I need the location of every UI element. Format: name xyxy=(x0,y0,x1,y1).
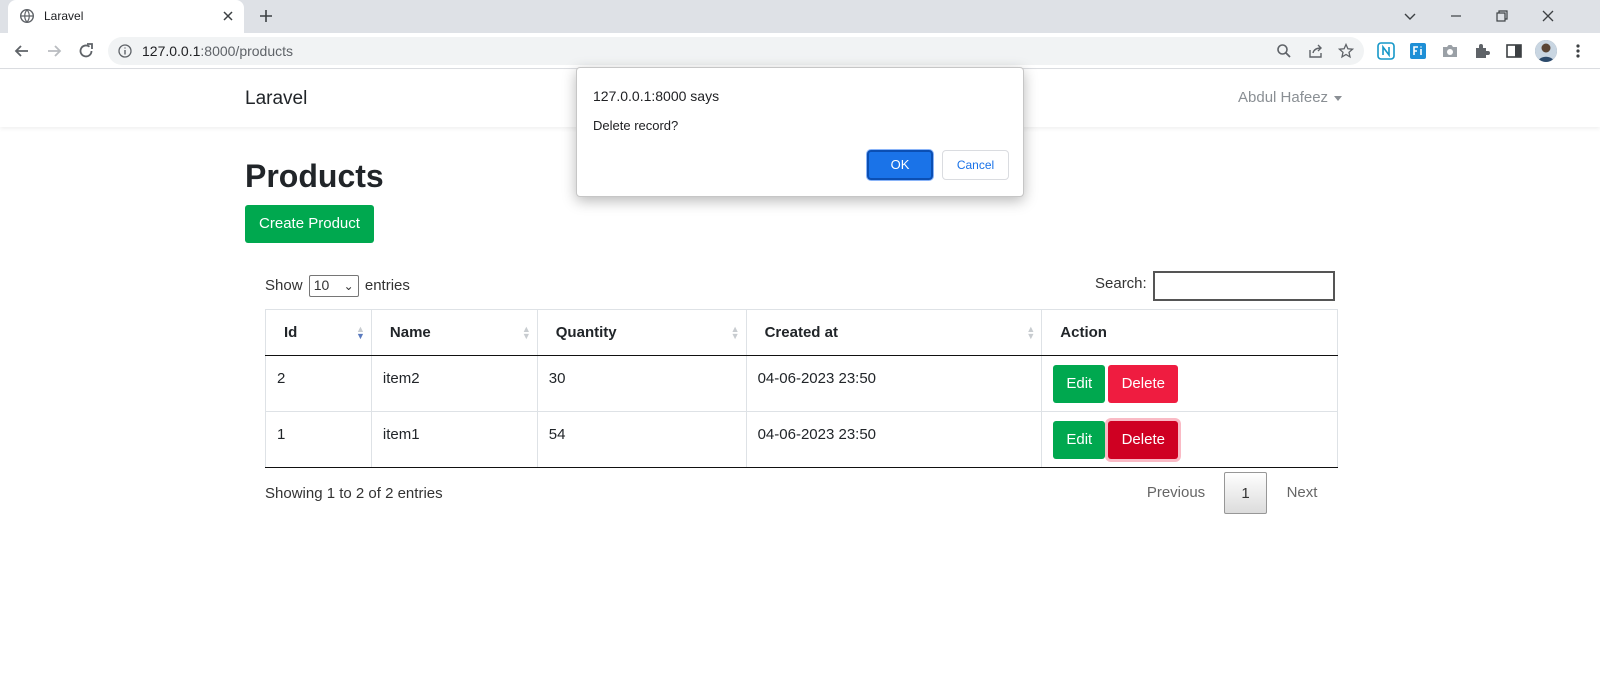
address-bar[interactable]: 127.0.0.1:8000/products xyxy=(108,37,1364,65)
share-icon[interactable] xyxy=(1308,43,1324,59)
delete-button[interactable]: Delete xyxy=(1108,365,1179,403)
column-label: Action xyxy=(1060,324,1107,341)
camera-icon[interactable] xyxy=(1440,41,1460,61)
side-panel-icon[interactable] xyxy=(1504,41,1524,61)
column-label: Quantity xyxy=(555,324,617,341)
profile-avatar[interactable] xyxy=(1535,40,1557,62)
browser-tab[interactable]: Laravel xyxy=(8,0,244,33)
extension-n-icon[interactable] xyxy=(1376,41,1396,61)
user-name: Abdul Hafeez xyxy=(1238,89,1329,106)
next-page-button[interactable]: Next xyxy=(1272,472,1332,514)
products-table: Id ▲ ▼ Name ▲ ▼ Quantity ▲ ▼ Created at ▲ ▼ Acti… xyxy=(265,309,1338,468)
edit-button[interactable]: Edit xyxy=(1053,421,1106,459)
datatable-length: Show 10 ⌄ entries xyxy=(265,275,410,297)
cell-quantity: 54 xyxy=(536,411,747,468)
caret-down-icon xyxy=(1334,95,1343,101)
column-label: Name xyxy=(389,324,431,341)
column-header-id[interactable]: Id ▲ ▼ xyxy=(265,309,372,356)
table-row: 1 item1 54 04-06-2023 23:50 Edit Delete xyxy=(265,411,1338,468)
page-title: Products xyxy=(245,158,384,194)
cell-id: 2 xyxy=(265,355,372,412)
new-tab-icon[interactable] xyxy=(258,8,274,24)
search-input[interactable] xyxy=(1153,271,1335,301)
reload-icon[interactable] xyxy=(76,41,96,61)
brand-link[interactable]: Laravel xyxy=(245,88,307,110)
forward-icon[interactable] xyxy=(44,41,64,61)
edit-button[interactable]: Edit xyxy=(1053,365,1106,403)
entries-select-value: 10 xyxy=(313,277,330,293)
browser-toolbar: 127.0.0.1:8000/products xyxy=(0,33,1600,69)
zoom-search-icon[interactable] xyxy=(1276,43,1292,59)
sort-icon: ▲ ▼ xyxy=(1026,324,1036,341)
url-text: 127.0.0.1:8000/products xyxy=(142,43,293,59)
tab-title: Laravel xyxy=(44,9,84,23)
table-row: 2 item2 30 04-06-2023 23:50 Edit Delete xyxy=(265,355,1338,412)
previous-page-button[interactable]: Previous xyxy=(1130,472,1222,514)
cell-actions: Edit Delete xyxy=(1041,411,1338,468)
table-info: Showing 1 to 2 of 2 entries xyxy=(265,485,443,502)
browser-menu-icon[interactable] xyxy=(1568,41,1588,61)
minimize-icon[interactable] xyxy=(1446,6,1466,26)
length-prefix: Show xyxy=(265,276,303,294)
current-page-button[interactable]: 1 xyxy=(1224,472,1267,514)
create-product-button[interactable]: Create Product xyxy=(245,205,374,243)
confirm-dialog: 127.0.0.1:8000 says Delete record? OK Ca… xyxy=(576,67,1024,197)
bookmark-star-icon[interactable] xyxy=(1338,43,1354,59)
search-label: Search: xyxy=(1095,275,1147,292)
dialog-ok-button[interactable]: OK xyxy=(867,150,933,180)
delete-button[interactable]: Delete xyxy=(1108,421,1179,459)
column-header-created-at[interactable]: Created at ▲ ▼ xyxy=(745,309,1042,356)
dialog-message: Delete record? xyxy=(593,118,679,133)
url-host: 127.0.0.1 xyxy=(142,43,201,59)
sort-icon: ▲ ▼ xyxy=(521,324,531,341)
column-header-name[interactable]: Name ▲ ▼ xyxy=(370,309,538,356)
cell-created-at: 04-06-2023 23:50 xyxy=(745,411,1042,468)
sort-icon: ▲ ▼ xyxy=(730,324,740,341)
restore-icon[interactable] xyxy=(1492,6,1512,26)
dialog-cancel-button[interactable]: Cancel xyxy=(942,150,1009,180)
entries-select[interactable]: 10 ⌄ xyxy=(308,275,359,297)
tab-search-chevron-icon[interactable] xyxy=(1400,6,1420,26)
column-label: Id xyxy=(284,324,298,341)
user-dropdown[interactable]: Abdul Hafeez xyxy=(1238,89,1343,106)
column-header-quantity[interactable]: Quantity ▲ ▼ xyxy=(536,309,747,356)
site-info-icon[interactable] xyxy=(118,44,132,58)
extension-fi-icon[interactable] xyxy=(1408,41,1428,61)
dialog-origin: 127.0.0.1:8000 says xyxy=(593,88,720,104)
browser-tabstrip: Laravel xyxy=(0,0,1600,33)
table-header-row: Id ▲ ▼ Name ▲ ▼ Quantity ▲ ▼ Created at ▲ ▼ Acti… xyxy=(265,309,1338,356)
cell-quantity: 30 xyxy=(536,355,747,412)
column-header-action: Action xyxy=(1041,309,1338,356)
cell-id: 1 xyxy=(265,411,372,468)
column-label: Created at xyxy=(764,324,838,341)
url-path: :8000/products xyxy=(200,43,294,59)
cell-name: item2 xyxy=(370,355,538,412)
globe-icon xyxy=(20,9,34,23)
cell-name: item1 xyxy=(370,411,538,468)
back-icon[interactable] xyxy=(12,41,32,61)
cell-created-at: 04-06-2023 23:50 xyxy=(745,355,1042,412)
avatar-person-icon xyxy=(1535,40,1557,62)
length-suffix: entries xyxy=(364,276,410,294)
close-window-icon[interactable] xyxy=(1538,6,1558,26)
cell-actions: Edit Delete xyxy=(1041,355,1338,412)
close-tab-icon[interactable] xyxy=(220,8,236,24)
sort-asc-icon: ▲ ▼ xyxy=(355,324,365,341)
chevron-down-icon: ⌄ xyxy=(343,279,354,293)
extensions-puzzle-icon[interactable] xyxy=(1472,41,1492,61)
